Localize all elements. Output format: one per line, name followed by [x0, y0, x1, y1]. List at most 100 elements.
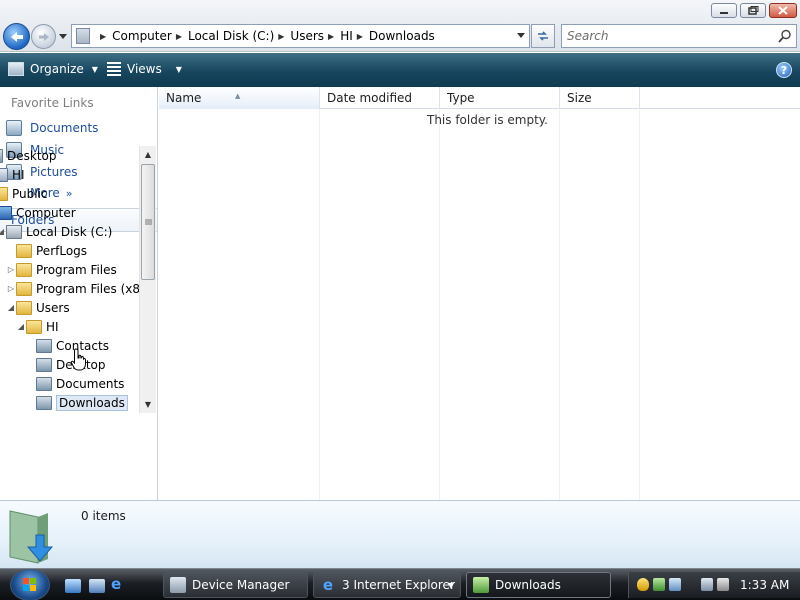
help-button[interactable]: ?: [776, 62, 792, 78]
taskbar-item-device-manager[interactable]: Device Manager: [163, 572, 308, 598]
tree-item-label: Users: [36, 300, 70, 315]
task-label: Downloads: [495, 578, 561, 592]
start-button[interactable]: [10, 569, 50, 600]
updates-icon[interactable]: [669, 578, 681, 591]
scroll-down-arrow-icon[interactable]: ▼: [140, 396, 156, 413]
volume-muted-icon[interactable]: [717, 578, 729, 591]
column-header-label: Type: [447, 91, 475, 105]
switch-windows-icon[interactable]: [89, 579, 105, 593]
expand-arrow-icon[interactable]: ▷: [6, 284, 16, 293]
downloads-folder-icon: [36, 395, 52, 410]
title-bar: ▶ Computer ▶ Local Disk (C:) ▶ Users ▶ H…: [0, 0, 800, 52]
folder-path-icon: [76, 28, 90, 44]
tree-item-users-hi[interactable]: ◢ HI: [16, 317, 59, 336]
breadcrumb-users[interactable]: Users: [290, 29, 324, 43]
task-label: Device Manager: [192, 578, 290, 592]
refresh-button[interactable]: [531, 24, 555, 48]
breadcrumb-computer[interactable]: Computer: [112, 29, 172, 43]
tree-item-label: Computer: [16, 205, 76, 220]
chevron-down-icon: ▼: [175, 64, 182, 74]
user-folder-icon: [0, 167, 8, 182]
search-input[interactable]: [562, 25, 762, 47]
folder-icon: [16, 243, 32, 258]
maximize-button[interactable]: [740, 3, 766, 18]
breadcrumb-separator[interactable]: ▶: [176, 32, 182, 41]
breadcrumb-hi[interactable]: HI: [340, 29, 353, 43]
internet-explorer-icon[interactable]: e: [111, 575, 127, 593]
chevron-down-icon: ▼: [447, 580, 454, 590]
tree-item-hi[interactable]: HI: [0, 165, 25, 184]
search-box[interactable]: [561, 24, 797, 48]
folder-icon: [26, 319, 42, 334]
column-divider: [559, 109, 560, 500]
column-header-date-modified[interactable]: Date modified: [320, 87, 440, 109]
folder-icon: [16, 281, 32, 296]
column-header-label: Size: [567, 91, 592, 105]
collapse-arrow-icon[interactable]: ◢: [16, 322, 26, 331]
column-header-name[interactable]: ▲ Name: [159, 87, 320, 109]
task-label: 3 Internet Explorer: [342, 578, 455, 592]
favorite-link-documents[interactable]: Documents: [6, 120, 98, 136]
collapse-arrow-icon[interactable]: ◢: [6, 303, 16, 312]
taskbar-item-internet-explorer[interactable]: e 3 Internet Explorer ▼: [313, 572, 461, 598]
organize-button[interactable]: Organize ▼: [8, 62, 98, 76]
windows-defender-icon[interactable]: [653, 578, 665, 591]
recent-pages-dropdown[interactable]: [58, 32, 68, 40]
minimize-icon: [720, 11, 728, 14]
folder-icon: [0, 186, 8, 201]
item-count: 0 items: [81, 509, 126, 523]
tree-item-computer[interactable]: Computer: [0, 203, 76, 222]
grip-icon: [144, 219, 152, 225]
column-divider: [439, 109, 440, 500]
column-header-type[interactable]: Type: [440, 87, 560, 109]
clock[interactable]: 1:33 AM: [740, 578, 789, 592]
security-shield-icon[interactable]: [637, 578, 649, 591]
tree-item-downloads[interactable]: Downloads: [36, 393, 128, 412]
file-list[interactable]: ▲ Name Date modified Type Size This fold…: [159, 87, 800, 500]
favorite-link-label: Documents: [30, 121, 99, 135]
column-header-label: Name: [166, 91, 202, 105]
arrow-right-icon: [38, 32, 49, 41]
breadcrumb-separator[interactable]: ▶: [357, 32, 363, 41]
help-icon: ?: [780, 63, 788, 77]
network-icon[interactable]: [701, 578, 713, 591]
contacts-folder-icon: [36, 338, 52, 353]
tree-item-label: Public: [12, 186, 48, 201]
tree-item-hi-documents[interactable]: Documents: [36, 374, 124, 393]
close-icon: [778, 6, 788, 15]
hand-cursor-icon: [70, 348, 86, 371]
address-bar[interactable]: ▶ Computer ▶ Local Disk (C:) ▶ Users ▶ H…: [71, 24, 530, 48]
search-icon[interactable]: [778, 29, 792, 43]
tree-item-users[interactable]: ◢ Users: [6, 298, 70, 317]
tree-item-program-files[interactable]: ▷ Program Files: [6, 260, 117, 279]
drive-icon: [6, 224, 22, 239]
breadcrumb-separator[interactable]: ▶: [278, 32, 284, 41]
breadcrumb-local-disk[interactable]: Local Disk (C:): [188, 29, 274, 43]
tree-scrollbar[interactable]: ▲ ▼: [139, 146, 156, 413]
forward-button[interactable]: [31, 24, 56, 49]
tree-item-public[interactable]: Public: [0, 184, 48, 203]
minimize-button[interactable]: [711, 3, 737, 18]
column-header-size[interactable]: Size: [560, 87, 640, 109]
chevron-down-icon: [59, 33, 67, 39]
folder-tree: Desktop HI Public Computer ◢ Local Disk …: [0, 146, 139, 413]
tree-item-program-files-x86[interactable]: ▷ Program Files (x86): [6, 279, 139, 298]
scroll-up-arrow-icon[interactable]: ▲: [140, 146, 156, 163]
scrollbar-thumb[interactable]: [141, 164, 155, 280]
back-button[interactable]: [3, 23, 30, 50]
tree-item-desktop[interactable]: Desktop: [0, 146, 57, 165]
tree-item-local-disk[interactable]: ◢ Local Disk (C:): [0, 222, 112, 241]
tree-item-perflogs[interactable]: PerfLogs: [16, 241, 87, 260]
taskbar-item-downloads[interactable]: Downloads: [466, 572, 611, 598]
views-button[interactable]: Views ▼: [107, 62, 182, 76]
chevron-down-icon[interactable]: [517, 33, 525, 38]
tree-item-label: Program Files: [36, 262, 117, 277]
show-desktop-icon[interactable]: [65, 579, 81, 593]
expand-arrow-icon[interactable]: ▷: [6, 265, 16, 274]
close-button[interactable]: [769, 3, 797, 18]
tree-item-label: Downloads: [56, 394, 128, 411]
breadcrumb-separator[interactable]: ▶: [100, 32, 106, 41]
breadcrumb-downloads[interactable]: Downloads: [369, 29, 435, 43]
views-label: Views: [127, 62, 162, 76]
breadcrumb-separator[interactable]: ▶: [328, 32, 334, 41]
